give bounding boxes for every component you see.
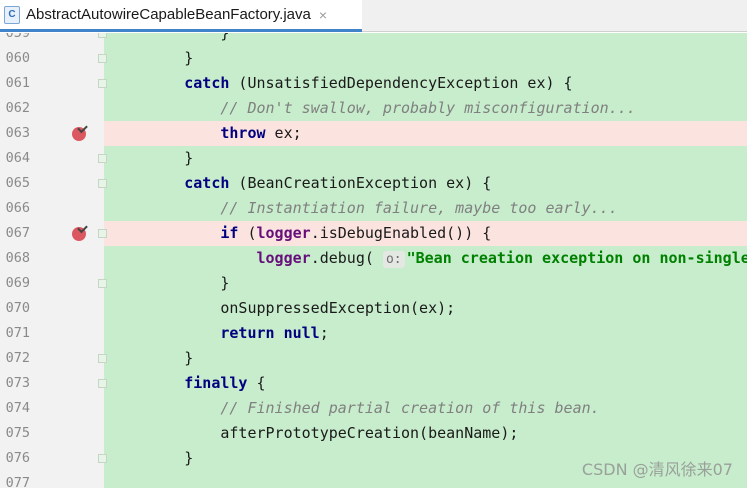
code-text: // Instantiation failure, maybe too earl… bbox=[220, 199, 618, 217]
line-number: 065 bbox=[5, 175, 30, 191]
code-line[interactable]: 068 logger.debug( o: "Bean creation excep… bbox=[0, 246, 747, 271]
code-text: } bbox=[112, 449, 194, 467]
fold-marker-icon[interactable] bbox=[98, 79, 107, 88]
code-text: onSuppressedException(ex); bbox=[112, 299, 456, 317]
code-line[interactable]: 060 } bbox=[0, 46, 747, 71]
code-line[interactable]: 075 afterPrototypeCreation(beanName); bbox=[0, 421, 747, 446]
code-line[interactable]: 063 throw ex; bbox=[0, 121, 747, 146]
editor-tab-bar: C AbstractAutowireCapableBeanFactory.jav… bbox=[0, 0, 747, 32]
line-number: 067 bbox=[5, 225, 30, 241]
line-number: 074 bbox=[5, 400, 30, 416]
breakpoint-icon[interactable] bbox=[72, 127, 86, 141]
fold-marker-icon[interactable] bbox=[98, 279, 107, 288]
close-icon[interactable]: × bbox=[319, 7, 327, 23]
code-line[interactable]: 071 return null; bbox=[0, 321, 747, 346]
code-line[interactable]: 074 // Finished partial creation of this… bbox=[0, 396, 747, 421]
code-text: if (logger.isDebugEnabled()) { bbox=[220, 224, 492, 242]
line-number: 070 bbox=[5, 300, 30, 316]
line-number: 062 bbox=[5, 100, 30, 116]
watermark: CSDN @清风徐来07 bbox=[581, 460, 733, 479]
code-text: } bbox=[112, 33, 230, 42]
line-number: 075 bbox=[5, 425, 30, 441]
tab-filename: AbstractAutowireCapableBeanFactory.java bbox=[26, 6, 311, 23]
line-number: 073 bbox=[5, 375, 30, 391]
fold-marker-icon[interactable] bbox=[98, 379, 107, 388]
code-text: } bbox=[112, 274, 230, 292]
code-text: } bbox=[112, 349, 194, 367]
code-line[interactable]: 073 finally { bbox=[0, 371, 747, 396]
code-line[interactable]: 062 // Don't swallow, probably misconfig… bbox=[0, 96, 747, 121]
code-line[interactable]: 072 } bbox=[0, 346, 747, 371]
line-number: 069 bbox=[5, 275, 30, 291]
code-line[interactable]: 064 } bbox=[0, 146, 747, 171]
line-number: 076 bbox=[5, 450, 30, 466]
line-number: 068 bbox=[5, 250, 30, 266]
line-number: 064 bbox=[5, 150, 30, 166]
line-number: 063 bbox=[5, 125, 30, 141]
line-number: 060 bbox=[5, 50, 30, 66]
line-number: 072 bbox=[5, 350, 30, 366]
code-line[interactable]: 070 onSuppressedException(ex); bbox=[0, 296, 747, 321]
java-class-icon: C bbox=[4, 5, 20, 24]
breakpoint-icon[interactable] bbox=[72, 227, 86, 241]
code-line[interactable]: 066 // Instantiation failure, maybe too … bbox=[0, 196, 747, 221]
code-text: return null; bbox=[220, 324, 329, 342]
code-line[interactable]: 067 if (logger.isDebugEnabled()) { bbox=[0, 221, 747, 246]
fold-marker-icon[interactable] bbox=[98, 33, 107, 38]
fold-marker-icon[interactable] bbox=[98, 229, 107, 238]
code-line[interactable]: 069 } bbox=[0, 271, 747, 296]
line-number: 077 bbox=[5, 475, 30, 488]
fold-marker-icon[interactable] bbox=[98, 354, 107, 363]
line-number: 061 bbox=[5, 75, 30, 91]
code-text: catch (BeanCreationException ex) { bbox=[184, 174, 492, 192]
code-text: } bbox=[112, 49, 194, 67]
code-line[interactable]: 065 catch (BeanCreationException ex) { bbox=[0, 171, 747, 196]
fold-marker-icon[interactable] bbox=[98, 54, 107, 63]
code-text: catch (UnsatisfiedDependencyException ex… bbox=[184, 74, 573, 92]
editor-tab[interactable]: C AbstractAutowireCapableBeanFactory.jav… bbox=[0, 0, 362, 32]
code-text: // Don't swallow, probably misconfigurat… bbox=[220, 99, 636, 117]
code-text: finally { bbox=[184, 374, 266, 392]
code-text: logger.debug( o: "Bean creation exception… bbox=[256, 249, 747, 268]
fold-marker-icon[interactable] bbox=[98, 154, 107, 163]
code-text: // Finished partial creation of this bea… bbox=[220, 399, 600, 417]
fold-marker-icon[interactable] bbox=[98, 454, 107, 463]
fold-marker-icon[interactable] bbox=[98, 179, 107, 188]
line-number: 066 bbox=[5, 200, 30, 216]
code-text: afterPrototypeCreation(beanName); bbox=[112, 424, 519, 442]
code-text: } bbox=[112, 149, 194, 167]
code-editor[interactable]: 059 } 060 } 061 catch (UnsatisfiedDependen… bbox=[0, 33, 747, 488]
line-number: 071 bbox=[5, 325, 30, 341]
code-line[interactable]: 061 catch (UnsatisfiedDependencyExceptio… bbox=[0, 71, 747, 96]
code-line[interactable]: 059 } bbox=[0, 33, 747, 46]
line-number: 059 bbox=[5, 33, 30, 41]
code-text: throw ex; bbox=[220, 124, 302, 142]
